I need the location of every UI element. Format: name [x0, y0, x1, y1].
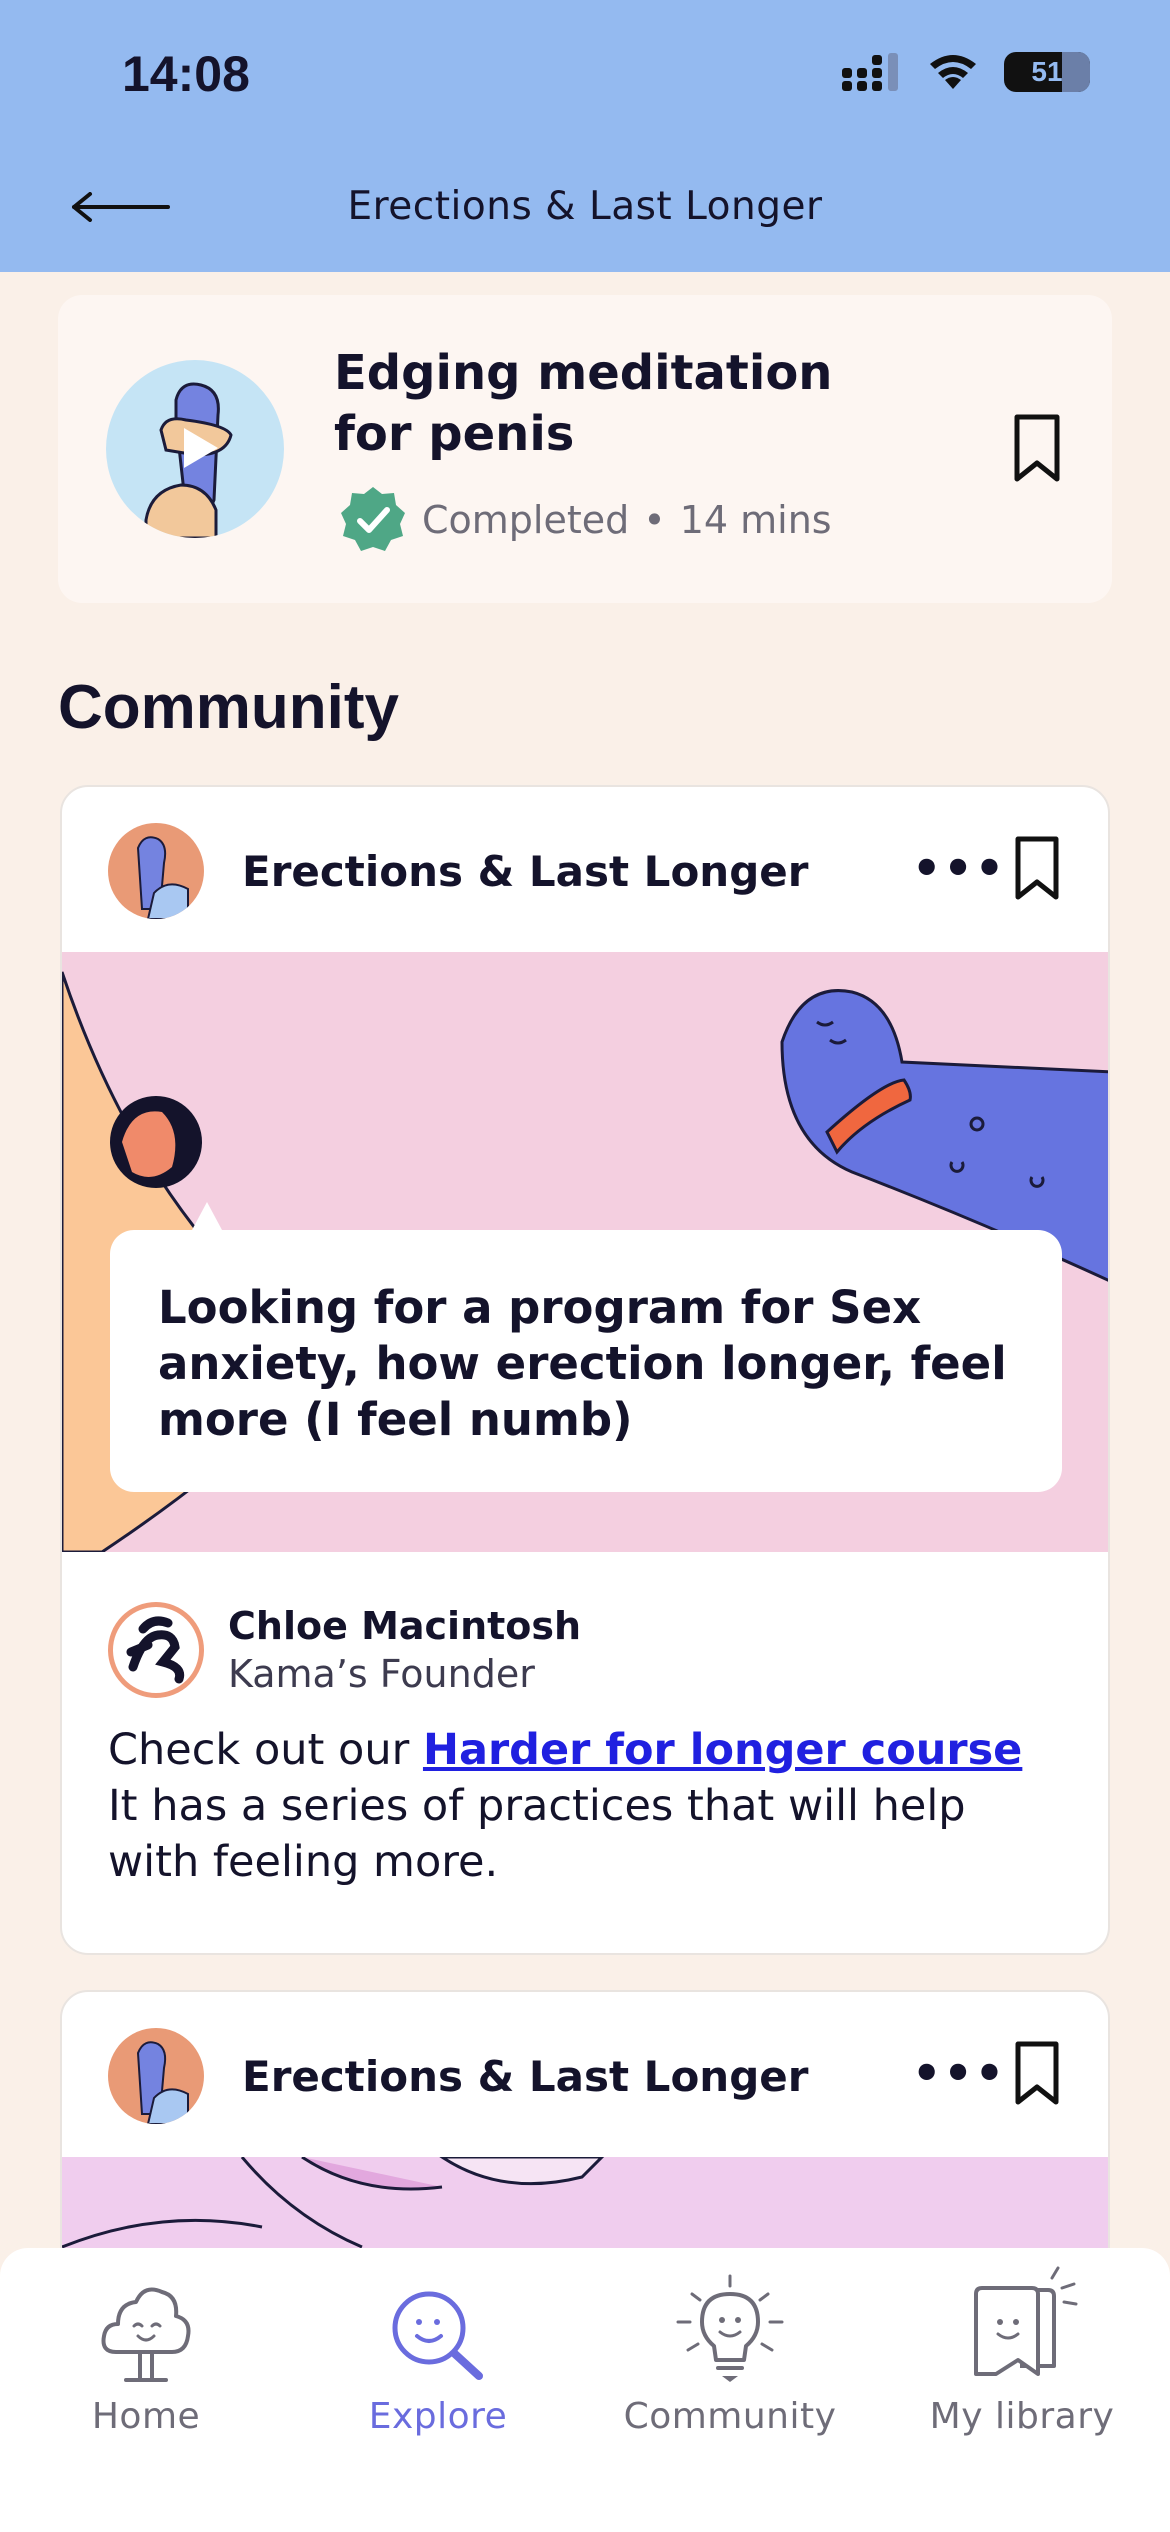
- more-options-button[interactable]: •••: [912, 2046, 1006, 2100]
- library-books-icon: [974, 2266, 1078, 2376]
- tab-label-explore: Explore: [368, 2396, 508, 2437]
- lesson-bookmark-button[interactable]: [1012, 413, 1062, 487]
- author-role: Kama’s Founder: [228, 1652, 535, 1696]
- lesson-illustration: [144, 382, 233, 538]
- illustration-background: [62, 2157, 605, 2249]
- lesson-duration: 14 mins: [679, 498, 832, 542]
- community-section-title: Community: [58, 673, 399, 742]
- tab-my-library[interactable]: My library: [876, 2248, 1168, 2448]
- wifi-icon: [930, 55, 976, 89]
- bookmark-icon: [1014, 414, 1060, 482]
- post-bookmark-button[interactable]: [1014, 2040, 1060, 2110]
- post-bookmark-button[interactable]: [1014, 835, 1060, 905]
- post-category: Erections & Last Longer: [242, 2052, 809, 2101]
- course-link[interactable]: Harder for longer course: [423, 1725, 1022, 1775]
- tab-home[interactable]: Home: [0, 2248, 292, 2448]
- lesson-thumbnail[interactable]: [106, 360, 284, 538]
- lesson-title[interactable]: Edging meditation for penis: [334, 343, 894, 465]
- reply-text: Check out our Harder for longer course I…: [108, 1725, 1023, 1887]
- category-illustration: [136, 2041, 189, 2124]
- status-icons: 51: [840, 52, 1090, 92]
- completed-badge-icon: [341, 487, 405, 551]
- lesson-card[interactable]: Edging meditation for penis Completed • …: [58, 295, 1112, 603]
- battery-indicator: 51: [1004, 52, 1090, 92]
- post-category-avatar: [108, 823, 204, 919]
- founder-reply: Chloe Macintosh Kama’s Founder Check out…: [62, 1552, 1108, 1887]
- explore-magnifier-icon: [392, 2291, 483, 2380]
- status-time: 14:08: [122, 46, 250, 102]
- meta-separator: •: [643, 498, 666, 542]
- community-post-card[interactable]: Erections & Last Longer ••• Looking for …: [60, 785, 1110, 1955]
- author-avatar: [108, 1602, 204, 1698]
- bottom-tab-bar: Home Explore Community My library: [0, 2248, 1170, 2532]
- question-bubble: Looking for a program for Sex anxiety, h…: [110, 1230, 1062, 1492]
- cellular-signal-icon: [842, 53, 898, 91]
- more-options-button[interactable]: •••: [912, 841, 1006, 895]
- tab-label-home: Home: [91, 2396, 201, 2437]
- top-header: 14:08 51 Erections & Last Longer: [0, 0, 1170, 272]
- author-name: Chloe Macintosh: [228, 1604, 582, 1648]
- tab-label-my-library: My library: [929, 2396, 1115, 2437]
- post-illustration: [62, 2157, 1108, 2257]
- post-category-avatar: [108, 2028, 204, 2124]
- completed-label: Completed: [422, 498, 630, 542]
- lesson-meta: Completed • 14 mins: [338, 485, 832, 555]
- tab-explore[interactable]: Explore: [292, 2248, 584, 2448]
- bookmark-icon: [1015, 2041, 1059, 2105]
- post-header: Erections & Last Longer •••: [62, 787, 1108, 952]
- bookmark-icon: [1015, 836, 1059, 900]
- founder-logo-icon: [126, 1616, 185, 1684]
- community-lightbulb-icon: [676, 2274, 784, 2382]
- tab-label-community: Community: [623, 2396, 837, 2437]
- home-cloud-tree-icon: [101, 2287, 191, 2382]
- post-illustration: Looking for a program for Sex anxiety, h…: [62, 952, 1108, 1552]
- category-illustration: [136, 836, 189, 919]
- page-title: Erections & Last Longer: [347, 184, 823, 229]
- post-header: Erections & Last Longer •••: [62, 1992, 1108, 2157]
- post-category: Erections & Last Longer: [242, 847, 809, 896]
- tab-community[interactable]: Community: [584, 2248, 876, 2448]
